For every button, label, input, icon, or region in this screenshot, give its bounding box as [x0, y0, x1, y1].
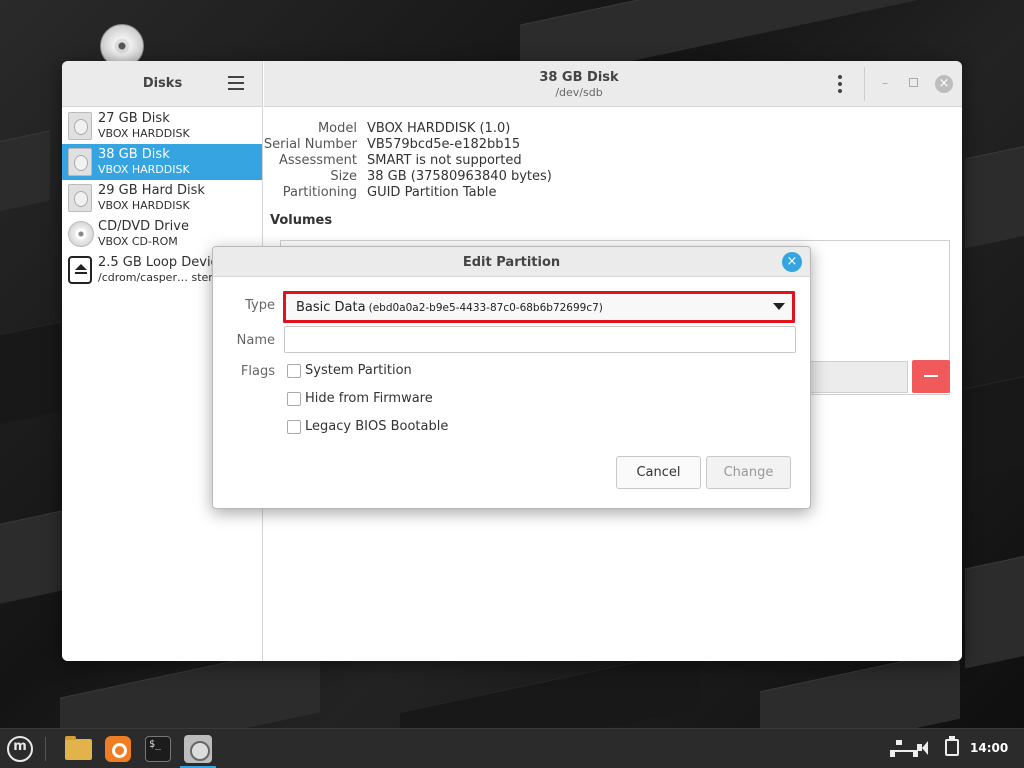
- info-row: Serial Number VB579bcd5e-e182bb15: [264, 137, 764, 153]
- volumes-heading: Volumes: [270, 213, 333, 228]
- dialog-close-button[interactable]: ×: [782, 252, 802, 272]
- optical-disc-icon: [68, 221, 94, 247]
- wallpaper-block: [0, 321, 60, 429]
- delete-partition-button[interactable]: [912, 360, 950, 393]
- sidebar-header: Disks: [62, 61, 263, 107]
- checkbox-box[interactable]: [287, 364, 301, 378]
- info-value: VBOX HARDDISK (1.0): [367, 121, 511, 136]
- info-label: Assessment: [279, 153, 357, 168]
- partition-name-input[interactable]: [284, 326, 796, 353]
- folder-icon: [65, 736, 92, 760]
- volume-icon[interactable]: [917, 740, 935, 756]
- partition-type-select[interactable]: Basic Data (ebd0a0a2-b9e5-4433-87c0-68b6b…: [283, 291, 795, 323]
- info-value: VB579bcd5e-e182bb15: [367, 137, 521, 152]
- info-label: Model: [317, 121, 357, 136]
- close-window-button[interactable]: ×: [935, 75, 953, 93]
- checkbox-box[interactable]: [287, 420, 301, 434]
- cancel-button[interactable]: Cancel: [616, 456, 701, 489]
- wallpaper-block: [965, 551, 1024, 669]
- device-name: 38 GB Disk: [98, 147, 170, 162]
- info-value: SMART is not supported: [367, 153, 522, 168]
- info-row: Model VBOX HARDDISK (1.0): [264, 121, 764, 137]
- chevron-down-icon: [773, 303, 785, 310]
- change-button[interactable]: Change: [706, 456, 791, 489]
- taskbar: m $_ 14:00: [0, 728, 1024, 768]
- info-label: Size: [330, 169, 357, 184]
- hamburger-menu-icon[interactable]: [228, 76, 244, 90]
- battery-icon[interactable]: [945, 736, 959, 756]
- more-options-icon[interactable]: [836, 75, 844, 93]
- checkbox-label: System Partition: [305, 363, 412, 378]
- mint-logo-glyph: m: [13, 739, 27, 754]
- wallpaper-block: [0, 509, 65, 611]
- window-header: 38 GB Disk /dev/sdb – ×: [264, 61, 962, 107]
- flags-label: Flags: [240, 364, 275, 379]
- info-label: Serial Number: [263, 137, 357, 152]
- info-value: GUID Partition Table: [367, 185, 497, 200]
- device-name: 2.5 GB Loop Device: [98, 255, 226, 270]
- device-model: VBOX HARDDISK: [98, 127, 190, 140]
- checkbox-label: Legacy BIOS Bootable: [305, 419, 449, 434]
- wallpaper-block: [965, 371, 1024, 479]
- firefox-icon: [105, 736, 131, 762]
- info-value: 38 GB (37580963840 bytes): [367, 169, 552, 184]
- name-label: Name: [236, 333, 275, 348]
- device-name: CD/DVD Drive: [98, 219, 189, 234]
- hard-disk-icon: [68, 112, 92, 140]
- device-item-selected[interactable]: 38 GB Disk VBOX HARDDISK: [62, 144, 262, 180]
- window-title: 38 GB Disk: [539, 70, 619, 85]
- device-item[interactable]: 29 GB Hard Disk VBOX HARDDISK: [62, 180, 262, 216]
- wallpaper-block: [0, 130, 50, 220]
- checkbox-box[interactable]: [287, 392, 301, 406]
- dialog-header: Edit Partition ×: [213, 247, 810, 277]
- type-guid: (ebd0a0a2-b9e5-4433-87c0-68b6b72699c7): [368, 302, 603, 314]
- clock[interactable]: 14:00: [970, 741, 1008, 755]
- type-value: Basic Data: [296, 300, 366, 315]
- info-row: Size 38 GB (37580963840 bytes): [264, 169, 764, 185]
- device-model: VBOX CD-ROM: [98, 235, 178, 248]
- header-separator: [864, 67, 865, 101]
- device-model: /cdrom/casper… stem…: [98, 271, 230, 284]
- maximize-button[interactable]: [909, 78, 918, 87]
- taskbar-separator: [45, 737, 46, 761]
- device-name: 29 GB Hard Disk: [98, 183, 205, 198]
- checkbox-label: Hide from Firmware: [305, 391, 433, 406]
- disks-app-icon: [184, 735, 212, 763]
- start-menu-button[interactable]: m: [4, 733, 36, 765]
- device-item[interactable]: 27 GB Disk VBOX HARDDISK: [62, 108, 262, 144]
- device-model: VBOX HARDDISK: [98, 163, 190, 176]
- window-subtitle: /dev/sdb: [555, 86, 603, 99]
- eject-icon: [68, 256, 92, 284]
- info-label: Partitioning: [282, 185, 357, 200]
- files-launcher[interactable]: [62, 733, 94, 765]
- firefox-launcher[interactable]: [102, 733, 134, 765]
- disks-launcher[interactable]: [182, 733, 214, 765]
- device-model: VBOX HARDDISK: [98, 199, 190, 212]
- type-label: Type: [245, 298, 275, 313]
- device-name: 27 GB Disk: [98, 111, 170, 126]
- edit-partition-dialog: Edit Partition × Type Basic Data (ebd0a0a…: [212, 246, 811, 509]
- wallpaper-block: [965, 141, 1024, 249]
- terminal-launcher[interactable]: $_: [142, 733, 174, 765]
- info-row: Assessment SMART is not supported: [264, 153, 764, 169]
- hard-disk-icon: [68, 148, 92, 176]
- network-icon[interactable]: [890, 740, 918, 757]
- dialog-title: Edit Partition: [462, 255, 561, 270]
- terminal-icon: $_: [145, 736, 171, 762]
- minimize-button[interactable]: –: [878, 77, 892, 91]
- hard-disk-icon: [68, 184, 92, 212]
- info-row: Partitioning GUID Partition Table: [264, 185, 764, 201]
